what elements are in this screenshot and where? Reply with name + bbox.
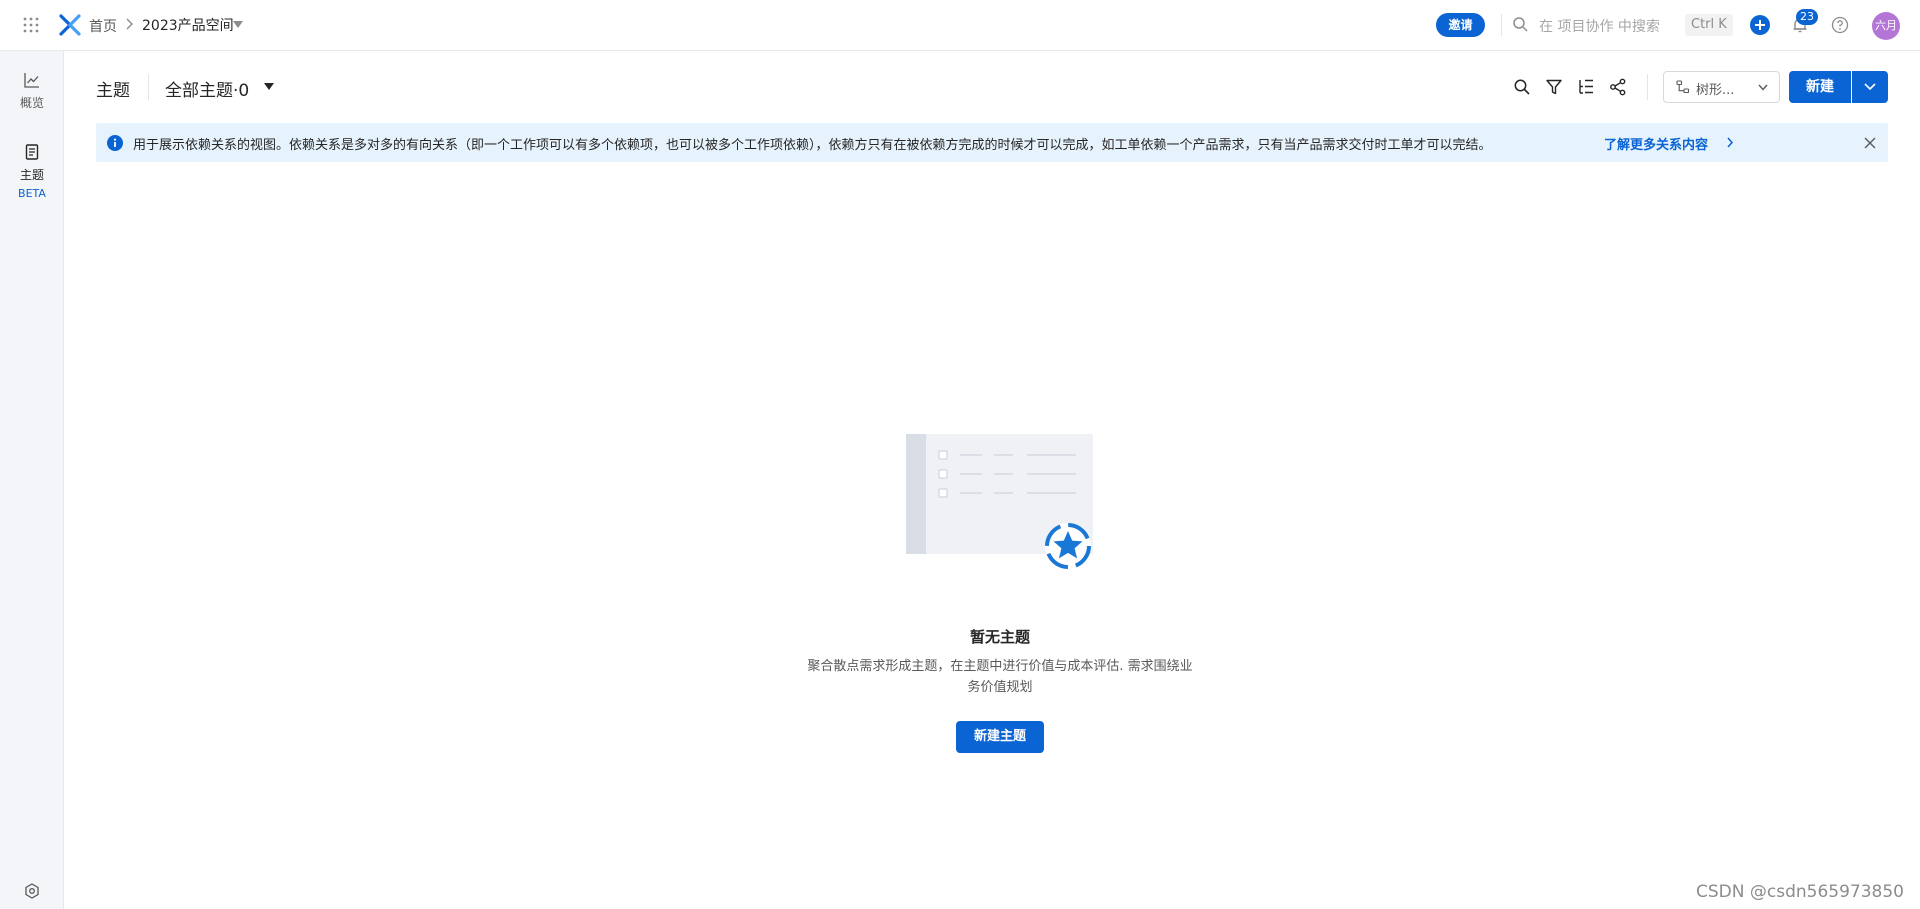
search-icon[interactable] [1513,78,1531,96]
chevron-down-icon [1758,84,1768,91]
new-button[interactable]: 新建 [1789,71,1851,103]
filter-icon[interactable] [1545,78,1563,96]
sidebar-item-overview[interactable]: 概览 [0,72,64,111]
top-bar: 首页 2023产品空间 邀请 在 项目协作 中搜索 Ctrl K 23 六月 [0,0,1920,51]
sidebar-item-label: 概览 [19,96,44,110]
learn-more-link[interactable]: 了解更多关系内容 [1604,134,1708,153]
add-button[interactable] [1750,15,1770,35]
beta-badge: BETA [18,187,46,200]
empty-state-title: 暂无主题 [969,628,1030,646]
divider [148,74,149,100]
notification-badge: 23 [1796,9,1818,25]
divider [1501,14,1502,36]
info-banner: 用于展示依赖关系的视图。依赖关系是多对多的有向关系（即一个工作项可以有多个依赖项… [96,123,1888,162]
invite-button[interactable]: 邀请 [1436,13,1485,37]
empty-state-description: 聚合散点需求形成主题，在主题中进行价值与成本评估. 需求围绕业务价值规划 [807,659,1193,695]
banner-text: 用于展示依赖关系的视图。依赖关系是多对多的有向关系（即一个工作项可以有多个依赖项… [133,138,1492,153]
left-sidebar: 概览 主题 BETA [0,51,64,909]
apps-grid-icon[interactable] [23,17,39,33]
divider [1647,74,1648,100]
empty-illustration [906,434,1093,569]
line-chart-icon [24,73,39,88]
caret-down-icon[interactable] [233,21,243,28]
info-icon [107,135,123,151]
caret-down-icon[interactable] [264,83,274,90]
global-search-input[interactable]: 在 项目协作 中搜索 [1539,16,1660,36]
hierarchy-icon [1676,80,1690,94]
sidebar-item-topics[interactable]: 主题 BETA [0,144,64,200]
chevron-down-icon [1864,83,1876,91]
page-title: 主题 [96,81,130,101]
settings-icon[interactable] [24,883,40,899]
plus-icon [1755,20,1765,30]
create-topic-button[interactable]: 新建主题 [956,721,1044,753]
watermark-text: CSDN @csdn565973850 [1696,882,1904,902]
breadcrumb-home[interactable]: 首页 [89,16,117,36]
logo-icon[interactable] [59,14,81,36]
share-icon[interactable] [1609,78,1627,96]
close-icon[interactable] [1864,137,1876,149]
search-icon[interactable] [1512,16,1528,32]
chevron-right-icon [126,18,133,30]
breadcrumb-space[interactable]: 2023产品空间 [142,15,234,35]
shortcut-hint: Ctrl K [1685,14,1733,36]
tree-list-icon[interactable] [1577,78,1595,96]
document-icon [25,144,39,160]
view-selector[interactable]: 全部主题·0 [165,76,249,101]
chevron-right-icon[interactable] [1727,137,1733,148]
help-icon[interactable] [1831,16,1849,34]
avatar[interactable]: 六月 [1872,12,1900,40]
tree-view-select[interactable]: 树形... [1663,71,1780,103]
new-dropdown-button[interactable] [1852,71,1888,103]
sidebar-item-label: 主题 [19,168,44,182]
tree-select-label: 树形... [1696,83,1735,98]
